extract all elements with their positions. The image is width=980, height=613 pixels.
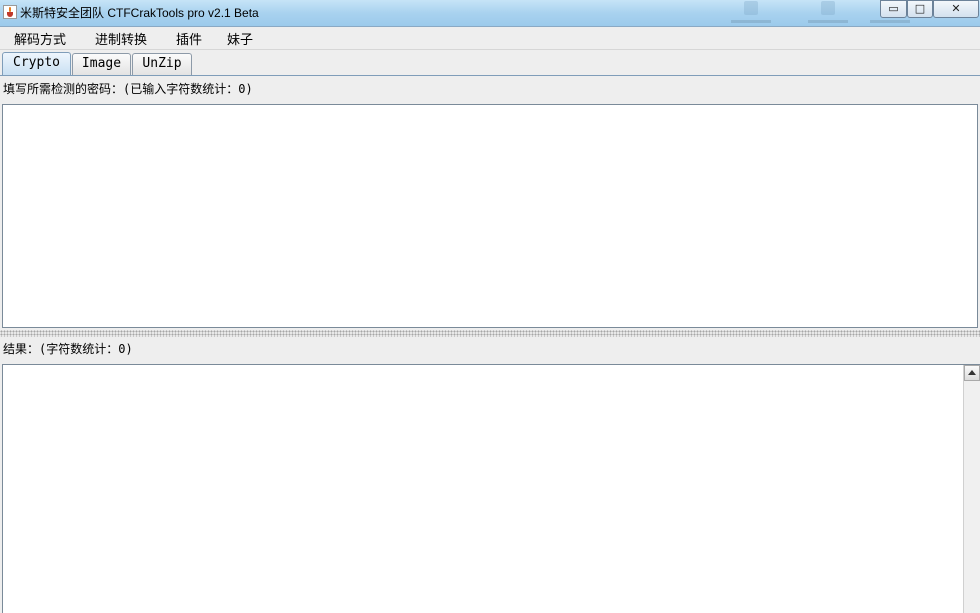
menu-base-conversion[interactable]: 进制转换 xyxy=(95,29,147,48)
result-vertical-scrollbar[interactable] xyxy=(963,365,980,613)
scroll-up-icon[interactable] xyxy=(964,365,980,381)
result-label: 结果：(字符数统计：0) xyxy=(3,342,133,356)
result-output-area[interactable] xyxy=(2,364,980,613)
close-button[interactable]: ✕ xyxy=(933,0,979,18)
menu-plugins[interactable]: 插件 xyxy=(176,29,202,48)
window-controls: ▭ □ ✕ xyxy=(880,0,980,20)
window-title: 米斯特安全团队 CTFCrakTools pro v2.1 Beta xyxy=(20,6,259,20)
title-bar[interactable]: 米斯特安全团队 CTFCrakTools pro v2.1 Beta ▭ □ ✕ xyxy=(0,0,980,27)
menu-decode-method[interactable]: 解码方式 xyxy=(14,29,66,48)
tab-unzip[interactable]: UnZip xyxy=(132,53,192,75)
menu-bar: 解码方式 进制转换 插件 妹子 xyxy=(0,27,980,50)
java-app-icon xyxy=(3,5,17,19)
input-label: 填写所需检测的密码：(已输入字符数统计：0) xyxy=(3,82,253,96)
tab-image[interactable]: Image xyxy=(72,53,131,75)
background-desktop-icon xyxy=(728,0,774,26)
tab-crypto[interactable]: Crypto xyxy=(2,52,71,76)
tab-strip: Crypto Image UnZip xyxy=(0,52,980,76)
split-pane-divider[interactable] xyxy=(0,330,980,337)
menu-girls[interactable]: 妹子 xyxy=(227,29,253,48)
background-desktop-icon xyxy=(800,0,856,26)
tab-divider xyxy=(0,75,980,76)
minimize-button[interactable]: ▭ xyxy=(880,0,907,18)
maximize-button[interactable]: □ xyxy=(907,0,933,18)
password-input-area[interactable] xyxy=(2,104,978,328)
